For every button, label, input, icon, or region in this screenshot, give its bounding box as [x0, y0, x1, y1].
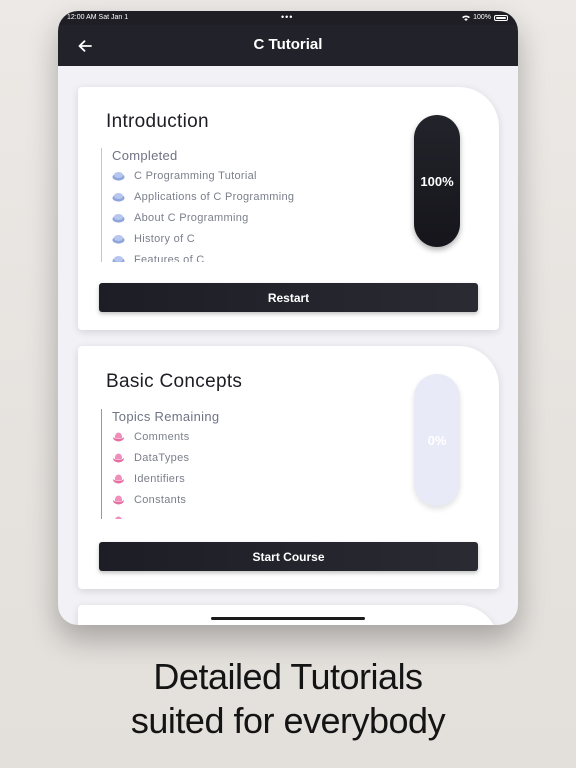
topic-item[interactable]: Constants	[112, 489, 321, 510]
completed-bullet-icon	[112, 255, 125, 262]
remaining-bullet-icon	[113, 453, 124, 463]
completed-bullet-icon	[112, 213, 125, 223]
page-title: C Tutorial	[253, 36, 323, 53]
progress-pill: 100%	[414, 115, 460, 247]
topic-label: About C Programming	[134, 211, 249, 224]
card-title: Basic Concepts	[106, 371, 243, 392]
home-indicator[interactable]	[211, 617, 365, 620]
completed-bullet-icon	[112, 193, 125, 202]
start-course-button[interactable]: Start Course	[99, 542, 478, 571]
topic-label: C Programming Tutorial	[134, 170, 257, 183]
status-bar: 12:00 AM Sat Jan 1 ••• 100%	[58, 11, 518, 25]
topic-item[interactable]: Features of C	[112, 249, 321, 262]
caption-line-1: Detailed Tutorials	[153, 656, 423, 697]
topic-item[interactable]: History of C	[112, 228, 321, 249]
topic-label: Constants	[134, 493, 187, 506]
progress-pill: 0%	[414, 374, 460, 506]
topic-label: DataTypes	[134, 452, 190, 465]
remaining-bullet-icon	[113, 432, 124, 442]
topic-label: Applications of C Programming	[134, 191, 295, 204]
multitask-dots[interactable]: •••	[281, 12, 293, 22]
topic-label: Comments	[134, 431, 190, 444]
progress-label: 100%	[420, 173, 454, 189]
topic-list-completed: Completed C Programming Tutorial Applica…	[101, 148, 321, 262]
topic-item[interactable]: DataTypes	[112, 448, 321, 469]
topic-label: History of C	[134, 232, 196, 245]
remaining-bullet-icon	[113, 495, 124, 505]
topic-item[interactable]: Comments	[112, 427, 321, 448]
battery-percent: 100%	[473, 14, 491, 21]
topic-list-heading: Completed	[112, 148, 178, 163]
status-indicators: 100%	[462, 14, 508, 21]
completed-bullet-icon	[112, 172, 125, 181]
topic-item[interactable]: About C Programming	[112, 208, 321, 229]
topic-list-remaining: Topics Remaining Comments DataTypes Iden…	[101, 409, 321, 519]
topic-label: Features of C	[134, 253, 205, 262]
progress-label: 0%	[427, 432, 447, 448]
card-title: Introduction	[106, 111, 209, 132]
navigation-bar: C Tutorial	[58, 25, 518, 66]
topic-list-heading: Topics Remaining	[112, 409, 220, 424]
restart-button[interactable]: Restart	[99, 283, 478, 312]
topic-label: Identifiers	[134, 472, 185, 485]
course-card-next[interactable]	[78, 605, 499, 625]
course-card-basic-concepts: Basic Concepts Topics Remaining Comments…	[78, 346, 499, 589]
battery-icon	[494, 14, 508, 21]
topic-item[interactable]: C Programming Tutorial	[112, 166, 321, 187]
topic-item-partial[interactable]	[112, 510, 321, 519]
completed-bullet-icon	[112, 234, 125, 244]
topic-item[interactable]: Applications of C Programming	[112, 187, 321, 208]
topic-item[interactable]: Identifiers	[112, 469, 321, 490]
device-screen: 12:00 AM Sat Jan 1 ••• 100% C Tutorial I…	[58, 11, 518, 625]
caption-line-2: suited for everybody	[130, 700, 446, 741]
status-time: 12:00 AM Sat Jan 1	[67, 14, 129, 21]
course-card-introduction: Introduction Completed C Programming Tut…	[78, 87, 499, 330]
remaining-bullet-icon	[115, 516, 122, 519]
wifi-icon	[462, 15, 471, 21]
remaining-bullet-icon	[113, 474, 124, 484]
